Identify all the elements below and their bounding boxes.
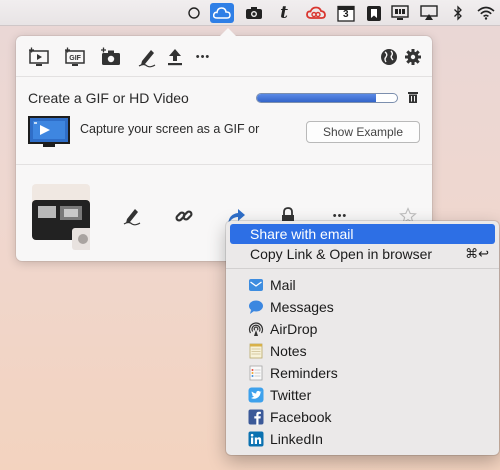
record-video-button[interactable] [26,45,52,69]
menu-item-copy-link-open[interactable]: Copy Link & Open in browser ⌘↩ [230,244,495,264]
upload-icon [168,49,182,66]
creative-cloud-icon[interactable] [304,3,328,23]
wifi-icon[interactable] [474,3,498,23]
notes-icon [249,343,263,359]
globe-icon [381,49,397,65]
toolbar-divider [16,76,432,77]
menu-separator [226,268,499,269]
annotate-item-button[interactable] [120,204,144,228]
menu-item-label: Share with email [250,226,354,242]
menu-item-label: Notes [270,343,307,359]
menu-item-label: Copy Link & Open in browser [250,246,433,262]
pen-icon [123,209,141,226]
settings-button[interactable] [400,45,426,69]
airdrop-icon [248,322,264,336]
share-context-menu: Share with email Copy Link & Open in bro… [226,221,499,455]
menu-item-notes[interactable]: Notes [230,341,495,361]
calendar-icon[interactable]: 3 [334,3,358,23]
bookmark-icon[interactable] [362,3,386,23]
screenshot-button[interactable] [98,45,124,69]
annotate-button[interactable] [134,45,160,69]
menu-item-label: Mail [270,277,296,293]
tumblr-icon[interactable]: t [272,3,296,23]
create-title: Create a GIF or HD Video [28,90,189,106]
upload-thumbnail[interactable] [32,184,94,252]
airplay-icon[interactable] [417,3,441,23]
keyboard-shortcut: ⌘↩ [465,246,489,261]
menu-item-facebook[interactable]: Facebook [230,407,495,427]
menu-item-reminders[interactable]: Reminders [230,363,495,383]
upload-progress-bar [256,93,398,103]
menu-item-label: Reminders [270,365,338,381]
camera-icon[interactable] [242,3,266,23]
cloudapp-icon[interactable] [210,3,234,23]
section-divider [16,164,432,165]
show-example-button[interactable]: Show Example [306,121,420,143]
open-web-button[interactable] [376,45,402,69]
messages-icon [249,300,263,314]
gif-icon: GIF [65,47,85,66]
svg-text:GIF: GIF [69,55,81,62]
capture-description: Capture your screen as a GIF or [80,122,260,136]
circle-icon[interactable] [182,3,206,23]
trash-button[interactable] [406,90,420,104]
menu-item-label: Twitter [270,387,312,403]
calendar-day: 3 [343,9,349,20]
trash-icon [408,92,418,103]
screen-record-icon [29,47,49,66]
pen-icon [138,50,156,68]
toolbar-more-button[interactable]: ••• [190,45,216,69]
menu-item-mail[interactable]: Mail [230,275,495,295]
upload-button[interactable] [162,45,188,69]
camera-add-icon [101,47,120,65]
twitter-icon [248,387,264,403]
menu-item-label: Facebook [270,409,332,425]
facebook-icon [248,409,264,425]
linkedin-icon [248,431,264,447]
menu-item-label: Messages [270,299,334,315]
menu-bar: t 3 [0,0,500,26]
mail-icon [249,279,263,291]
gear-icon [405,49,421,65]
record-gif-button[interactable]: GIF [62,45,88,69]
bluetooth-icon[interactable] [446,3,470,23]
copy-link-button[interactable] [172,204,196,228]
progress-fill [257,94,376,102]
menu-item-messages[interactable]: Messages [230,297,495,317]
menu-item-share-email[interactable]: Share with email [230,224,495,244]
menu-item-label: AirDrop [270,321,318,337]
popover-arrow [219,28,237,37]
menu-item-twitter[interactable]: Twitter [230,385,495,405]
menu-item-airdrop[interactable]: AirDrop [230,319,495,339]
menu-item-label: LinkedIn [270,431,323,447]
link-icon [175,210,193,222]
more-icon: ••• [195,51,211,63]
display-icon[interactable] [388,3,412,23]
reminders-icon [249,365,263,381]
screen-preview-icon [28,116,70,150]
menu-item-linkedin[interactable]: LinkedIn [230,429,495,449]
